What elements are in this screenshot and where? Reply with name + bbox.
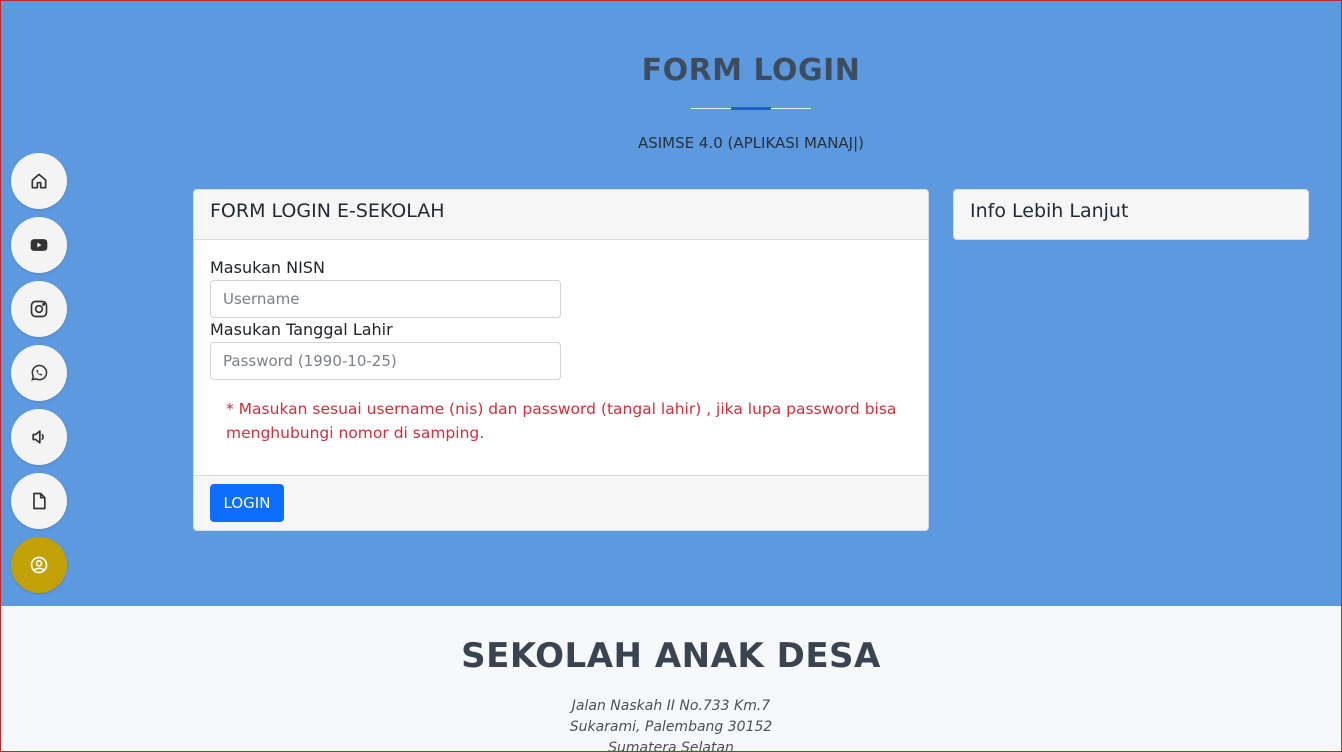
login-card-footer: LOGIN xyxy=(194,475,928,530)
title-underline xyxy=(691,107,811,110)
login-card: FORM LOGIN E-SEKOLAH Masukan NISN Masuka… xyxy=(193,189,929,531)
login-form: Masukan NISN Masukan Tanggal Lahir * Mas… xyxy=(194,240,928,476)
document-icon xyxy=(33,492,46,510)
underline-accent xyxy=(731,107,771,110)
nav-login-button[interactable] xyxy=(11,537,67,593)
home-icon xyxy=(31,173,47,189)
underline-left xyxy=(691,108,731,109)
nav-home-button[interactable] xyxy=(11,153,67,209)
nav-youtube-button[interactable] xyxy=(11,217,67,273)
footer: SEKOLAH ANAK DESA Jalan Naskah II No.733… xyxy=(1,606,1341,752)
youtube-icon xyxy=(30,239,48,251)
school-name: SEKOLAH ANAK DESA xyxy=(461,636,881,676)
dob-label: Masukan Tanggal Lahir xyxy=(210,320,393,339)
user-circle-icon xyxy=(30,556,48,574)
info-card: Info Lebih Lanjut xyxy=(953,189,1309,240)
instagram-icon xyxy=(30,300,48,318)
speaker-icon xyxy=(32,430,44,444)
nav-announcement-button[interactable] xyxy=(11,409,67,465)
nav-document-button[interactable] xyxy=(11,473,67,529)
nisn-input[interactable] xyxy=(210,280,561,318)
info-card-title: Info Lebih Lanjut xyxy=(954,190,1308,239)
whatsapp-icon xyxy=(31,364,48,381)
page-title: FORM LOGIN xyxy=(641,53,861,88)
nav-whatsapp-button[interactable] xyxy=(11,345,67,401)
address-line-1: Jalan Naskah II No.733 Km.7 xyxy=(571,698,771,714)
login-card-title: FORM LOGIN E-SEKOLAH xyxy=(194,190,928,240)
login-button[interactable]: LOGIN xyxy=(210,484,284,522)
page-subtitle: ASIMSE 4.0 (APLIKASI MANAJ|) xyxy=(637,134,865,152)
address-line-2: Sukarami, Palembang 30152 xyxy=(569,719,773,735)
page-frame: FORM LOGIN ASIMSE 4.0 (APLIKASI MANAJ|) xyxy=(0,0,1342,752)
address-line-3: Sumatera Selatan xyxy=(608,740,734,752)
underline-right xyxy=(771,108,811,109)
login-help-note: * Masukan sesuai username (nis) dan pass… xyxy=(226,400,897,442)
nav-instagram-button[interactable] xyxy=(11,281,67,337)
password-input[interactable] xyxy=(210,342,561,380)
hero-section: FORM LOGIN ASIMSE 4.0 (APLIKASI MANAJ|) xyxy=(1,1,1341,606)
nisn-label: Masukan NISN xyxy=(210,258,325,277)
